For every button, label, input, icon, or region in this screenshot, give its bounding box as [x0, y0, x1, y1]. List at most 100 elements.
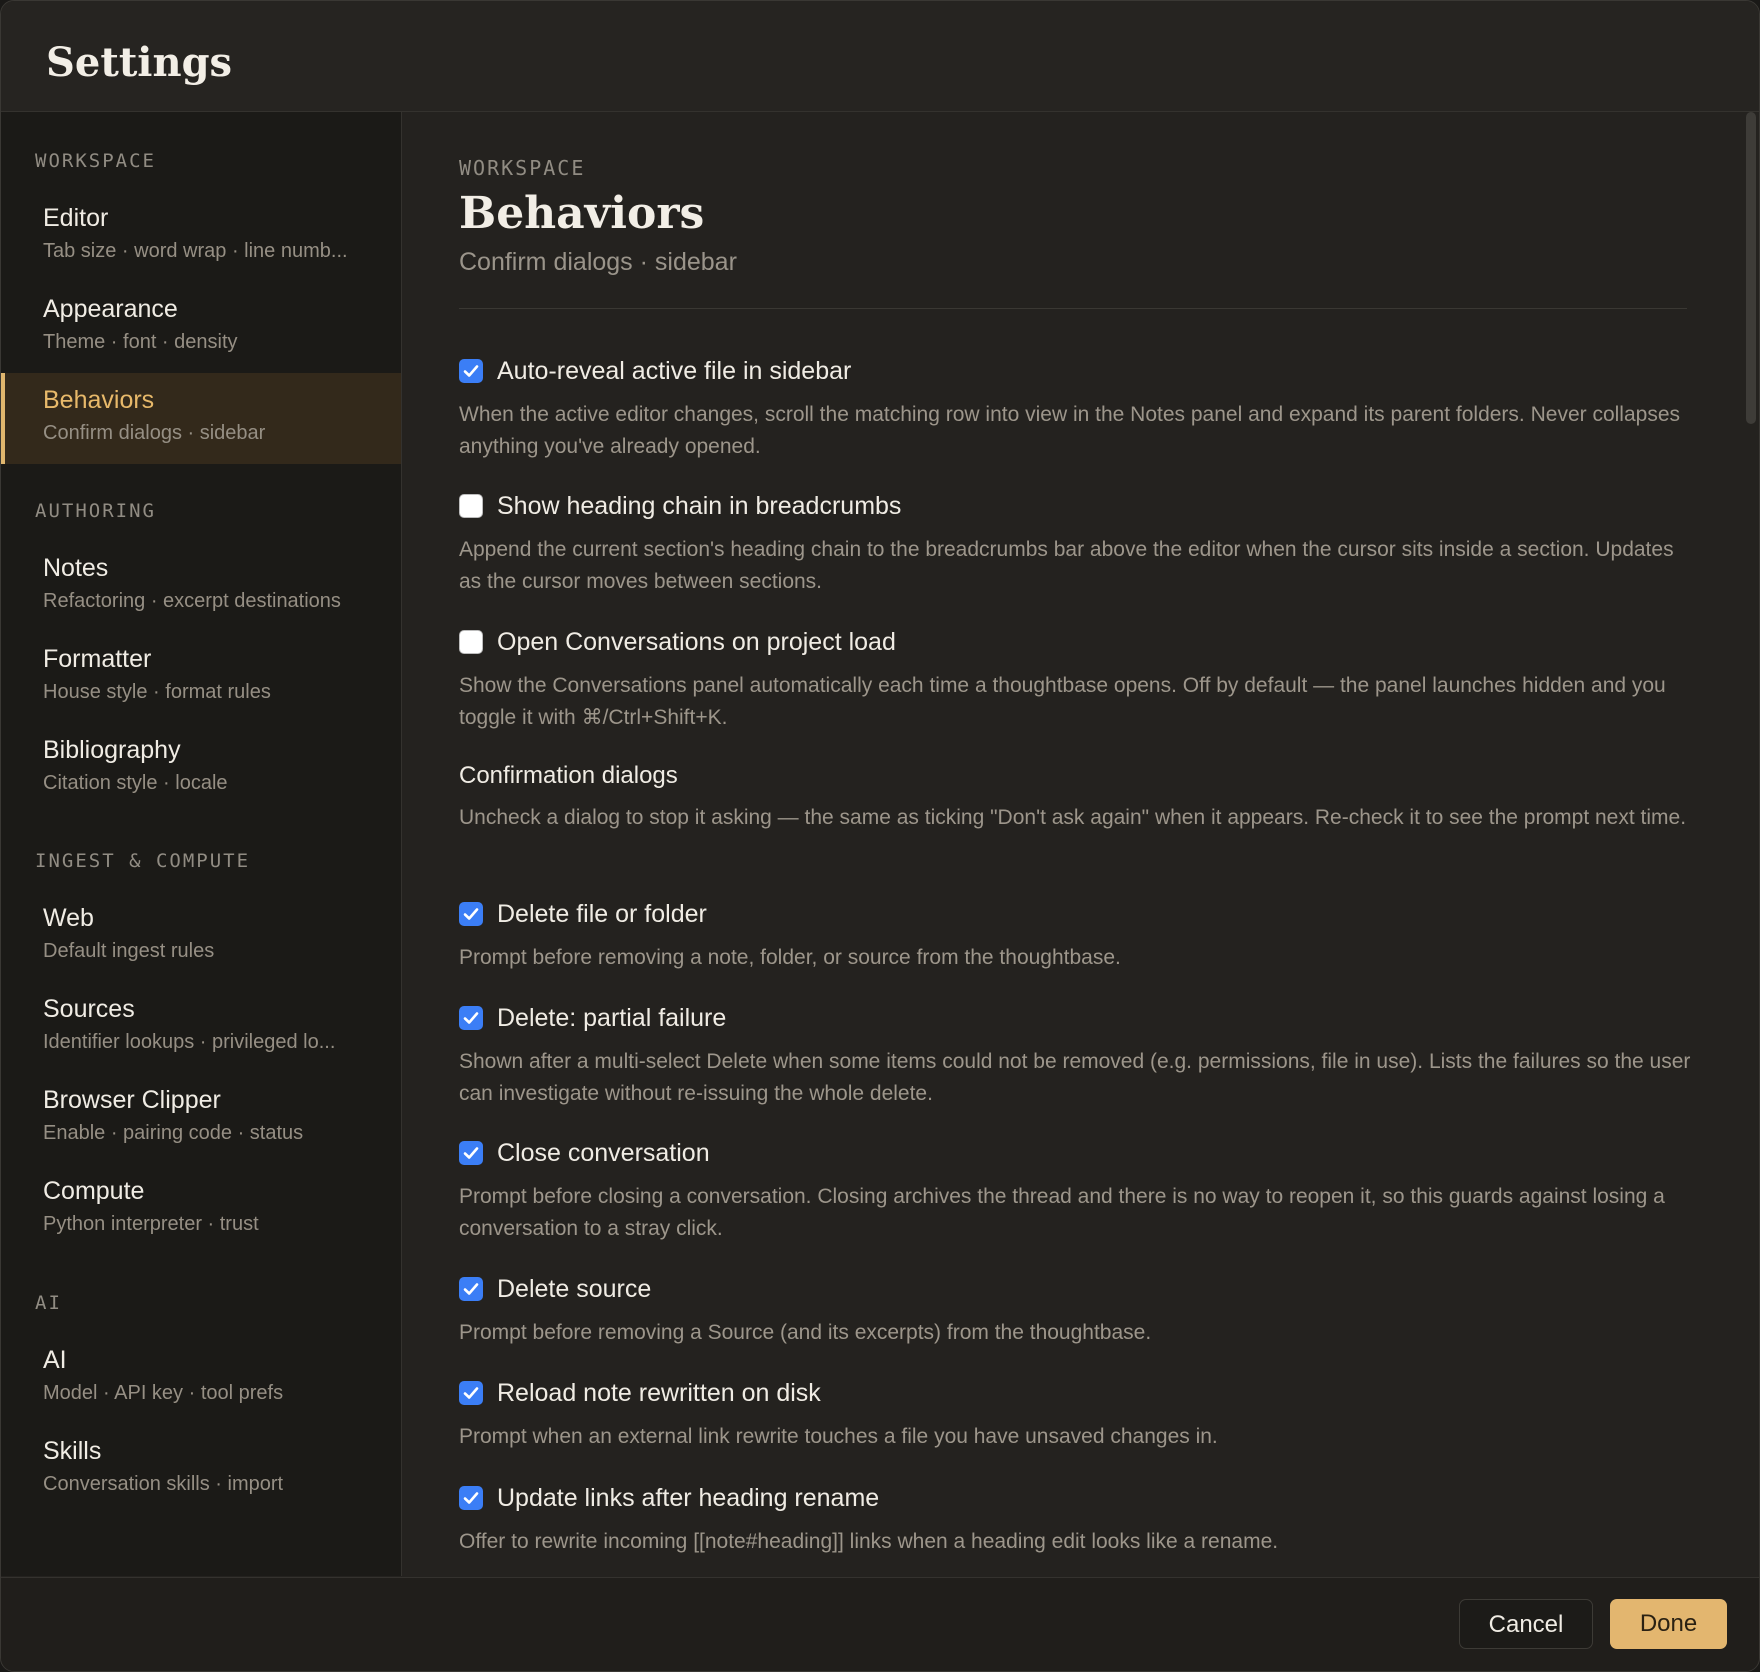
- sidebar-item-title: Behaviors: [43, 386, 155, 414]
- sidebar-group-authoring: AUTHORING: [35, 500, 156, 522]
- sidebar-item-subtitle: Default ingest rules: [43, 940, 215, 962]
- checkmark-icon: [463, 1492, 479, 1504]
- sidebar-item-editor[interactable]: Editor Tab size · word wrap · line numb.…: [1, 191, 401, 282]
- setting-close-conversation: Close conversation Prompt before closing…: [459, 1137, 1699, 1245]
- sidebar-item-title: Skills: [43, 1437, 102, 1465]
- sidebar-item-title: Browser Clipper: [43, 1086, 221, 1114]
- checkbox-auto-reveal[interactable]: [459, 359, 483, 383]
- scrollbar-thumb[interactable]: [1746, 112, 1756, 424]
- setting-description: Append the current section's heading cha…: [459, 538, 1674, 593]
- sidebar-item-title: Bibliography: [43, 736, 181, 764]
- dialog-footer: Cancel Done: [1, 1577, 1759, 1671]
- sidebar-item-title: Editor: [43, 204, 109, 232]
- setting-label: Delete source: [497, 1275, 652, 1303]
- setting-description: Offer to rewrite incoming [[note#heading…: [459, 1530, 1279, 1553]
- sidebar-item-behaviors[interactable]: Behaviors Confirm dialogs · sidebar: [1, 373, 401, 464]
- page-title: Behaviors: [459, 188, 705, 239]
- window-title: Settings: [46, 39, 233, 86]
- confirmation-dialogs-intro: Uncheck a dialog to stop it asking — the…: [459, 792, 1699, 834]
- setting-delete-source: Delete source Prompt before removing a S…: [459, 1273, 1699, 1349]
- sidebar-item-sources[interactable]: Sources Identifier lookups · privileged …: [1, 982, 401, 1073]
- setting-auto-reveal: Auto-reveal active file in sidebar When …: [459, 355, 1699, 463]
- setting-open-conversations: Open Conversations on project load Show …: [459, 626, 1699, 734]
- checkmark-icon: [463, 908, 479, 920]
- sidebar-item-subtitle: Theme · font · density: [43, 331, 238, 353]
- setting-description: Prompt before closing a conversation. Cl…: [459, 1185, 1665, 1240]
- sidebar-item-subtitle: Conversation skills · import: [43, 1473, 284, 1495]
- section-eyebrow: WORKSPACE: [459, 156, 586, 180]
- cancel-button[interactable]: Cancel: [1459, 1599, 1593, 1649]
- setting-label: Close conversation: [497, 1139, 710, 1167]
- confirmation-dialogs-heading: Confirmation dialogs: [459, 762, 678, 789]
- sidebar-item-title: Compute: [43, 1177, 145, 1205]
- setting-label: Delete: partial failure: [497, 1004, 727, 1032]
- confirmation-dialogs-description: Uncheck a dialog to stop it asking — the…: [459, 806, 1687, 829]
- sidebar-item-title: AI: [43, 1346, 67, 1374]
- title-bar: Settings: [1, 1, 1759, 112]
- checkmark-icon: [463, 1147, 479, 1159]
- setting-description: Show the Conversations panel automatical…: [459, 674, 1666, 729]
- content-scrollbar[interactable]: [1743, 112, 1759, 1576]
- sidebar-item-web[interactable]: Web Default ingest rules: [1, 891, 401, 982]
- sidebar-group-ai: AI: [35, 1292, 62, 1314]
- sidebar-item-title: Sources: [43, 995, 135, 1023]
- sidebar-item-appearance[interactable]: Appearance Theme · font · density: [1, 282, 401, 373]
- sidebar-item-bibliography[interactable]: Bibliography Citation style · locale: [1, 723, 401, 814]
- sidebar-item-subtitle: Tab size · word wrap · line numb...: [43, 240, 348, 262]
- sidebar-item-subtitle: Identifier lookups · privileged lo...: [43, 1031, 336, 1053]
- setting-description: Prompt before removing a note, folder, o…: [459, 946, 1121, 969]
- sidebar-item-skills[interactable]: Skills Conversation skills · import: [1, 1424, 401, 1515]
- setting-label: Delete file or folder: [497, 900, 707, 928]
- checkbox-delete-file[interactable]: [459, 902, 483, 926]
- checkbox-update-links[interactable]: [459, 1486, 483, 1510]
- setting-label: Auto-reveal active file in sidebar: [497, 357, 852, 385]
- sidebar-group-workspace: WORKSPACE: [35, 150, 156, 172]
- setting-label: Open Conversations on project load: [497, 628, 896, 656]
- checkbox-open-conversations[interactable]: [459, 630, 483, 654]
- checkmark-icon: [463, 1387, 479, 1399]
- setting-partial-failure: Delete: partial failure Shown after a mu…: [459, 1002, 1699, 1110]
- setting-delete-file: Delete file or folder Prompt before remo…: [459, 898, 1699, 974]
- sidebar-item-subtitle: Python interpreter · trust: [43, 1213, 259, 1235]
- setting-description: Prompt when an external link rewrite tou…: [459, 1425, 1218, 1448]
- page-subtitle: Confirm dialogs · sidebar: [459, 248, 737, 276]
- divider: [459, 308, 1687, 309]
- setting-label: Update links after heading rename: [497, 1484, 880, 1512]
- checkbox-reload-note[interactable]: [459, 1381, 483, 1405]
- done-button[interactable]: Done: [1610, 1599, 1727, 1649]
- sidebar-item-formatter[interactable]: Formatter House style · format rules: [1, 632, 401, 723]
- sidebar-item-notes[interactable]: Notes Refactoring · excerpt destinations: [1, 541, 401, 632]
- setting-reload-note: Reload note rewritten on disk Prompt whe…: [459, 1377, 1699, 1453]
- checkmark-icon: [463, 1283, 479, 1295]
- sidebar-item-subtitle: Citation style · locale: [43, 772, 228, 794]
- sidebar-item-compute[interactable]: Compute Python interpreter · trust: [1, 1164, 401, 1255]
- checkbox-delete-source[interactable]: [459, 1277, 483, 1301]
- sidebar-item-subtitle: House style · format rules: [43, 681, 271, 703]
- sidebar-item-browser-clipper[interactable]: Browser Clipper Enable · pairing code · …: [1, 1073, 401, 1164]
- checkbox-heading-chain[interactable]: [459, 494, 483, 518]
- setting-description: Prompt before removing a Source (and its…: [459, 1321, 1152, 1344]
- sidebar-group-ingest-compute: INGEST & COMPUTE: [35, 850, 251, 872]
- sidebar-item-title: Appearance: [43, 295, 178, 323]
- checkbox-close-conversation[interactable]: [459, 1141, 483, 1165]
- checkmark-icon: [463, 1012, 479, 1024]
- checkbox-partial-failure[interactable]: [459, 1006, 483, 1030]
- sidebar-item-title: Notes: [43, 554, 109, 582]
- setting-description: When the active editor changes, scroll t…: [459, 403, 1680, 458]
- sidebar-item-title: Formatter: [43, 645, 152, 673]
- setting-label: Reload note rewritten on disk: [497, 1379, 821, 1407]
- checkmark-icon: [463, 365, 479, 377]
- setting-update-links: Update links after heading rename Offer …: [459, 1482, 1699, 1558]
- sidebar-item-subtitle: Enable · pairing code · status: [43, 1122, 304, 1144]
- settings-sidebar: WORKSPACE Editor Tab size · word wrap · …: [1, 112, 402, 1576]
- sidebar-item-subtitle: Confirm dialogs · sidebar: [43, 422, 266, 444]
- sidebar-item-subtitle: Model · API key · tool prefs: [43, 1382, 284, 1404]
- settings-window: Settings WORKSPACE Editor Tab size · wor…: [0, 0, 1760, 1672]
- setting-heading-chain: Show heading chain in breadcrumbs Append…: [459, 490, 1699, 598]
- setting-description: Shown after a multi-select Delete when s…: [459, 1050, 1691, 1105]
- sidebar-item-subtitle: Refactoring · excerpt destinations: [43, 590, 341, 612]
- sidebar-item-ai[interactable]: AI Model · API key · tool prefs: [1, 1333, 401, 1424]
- sidebar-item-title: Web: [43, 904, 94, 932]
- setting-label: Show heading chain in breadcrumbs: [497, 492, 902, 520]
- settings-content[interactable]: WORKSPACE Behaviors Confirm dialogs · si…: [402, 112, 1742, 1576]
